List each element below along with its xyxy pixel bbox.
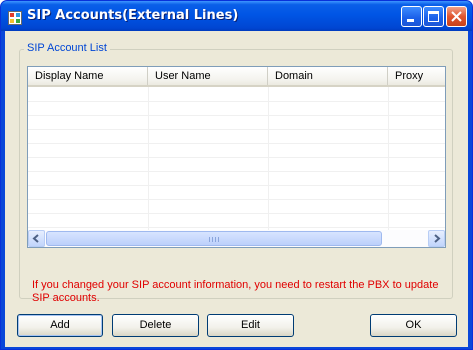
grip-line	[218, 237, 219, 242]
sip-account-listview[interactable]: Display Name User Name Domain Proxy	[27, 66, 446, 248]
maximize-icon	[428, 11, 439, 22]
window-title: SIP Accounts(External Lines)	[27, 8, 239, 23]
delete-button[interactable]: Delete	[112, 314, 199, 337]
maximize-button[interactable]	[423, 6, 444, 27]
column-header-proxy[interactable]: Proxy	[388, 67, 445, 85]
sip-account-list-group: SIP Account List Display Name User Name …	[19, 42, 453, 304]
title-bar[interactable]: SIP Accounts(External Lines)	[1, 1, 472, 31]
empty-row	[28, 213, 445, 228]
column-divider	[268, 87, 269, 230]
empty-row	[28, 157, 445, 172]
scroll-right-button[interactable]	[428, 230, 445, 247]
empty-row	[28, 129, 445, 144]
scroll-left-icon	[32, 234, 39, 243]
scroll-left-button[interactable]	[28, 230, 45, 247]
empty-row	[28, 87, 445, 102]
grip-line	[212, 237, 213, 242]
scrollbar-thumb[interactable]	[46, 231, 382, 246]
close-icon	[451, 11, 462, 22]
group-title: SIP Account List	[24, 42, 110, 54]
close-button[interactable]	[446, 6, 467, 27]
add-button[interactable]: Add	[17, 314, 103, 337]
minimize-button[interactable]	[401, 6, 422, 27]
empty-row	[28, 199, 445, 214]
empty-row	[28, 171, 445, 186]
app-icon	[8, 10, 22, 25]
empty-row	[28, 185, 445, 200]
ok-button[interactable]: OK	[370, 314, 457, 337]
edit-button[interactable]: Edit	[207, 314, 294, 337]
grip-line	[215, 237, 216, 242]
list-header: Display Name User Name Domain Proxy	[28, 67, 445, 87]
column-header-display-name[interactable]: Display Name	[28, 67, 148, 85]
minimize-icon	[407, 19, 414, 22]
empty-row	[28, 143, 445, 158]
restart-warning-text: If you changed your SIP account informat…	[32, 279, 439, 304]
column-divider	[148, 87, 149, 230]
column-header-user-name[interactable]: User Name	[148, 67, 268, 85]
column-header-domain[interactable]: Domain	[268, 67, 388, 85]
horizontal-scrollbar[interactable]	[28, 230, 445, 247]
list-rows	[28, 87, 445, 230]
empty-row	[28, 101, 445, 116]
empty-row	[28, 115, 445, 130]
dialog-body: SIP Account List Display Name User Name …	[5, 31, 468, 347]
column-divider	[388, 87, 389, 230]
sip-accounts-window: SIP Accounts(External Lines) SIP Account…	[0, 0, 473, 350]
scroll-right-icon	[434, 234, 441, 243]
grip-line	[209, 237, 210, 242]
